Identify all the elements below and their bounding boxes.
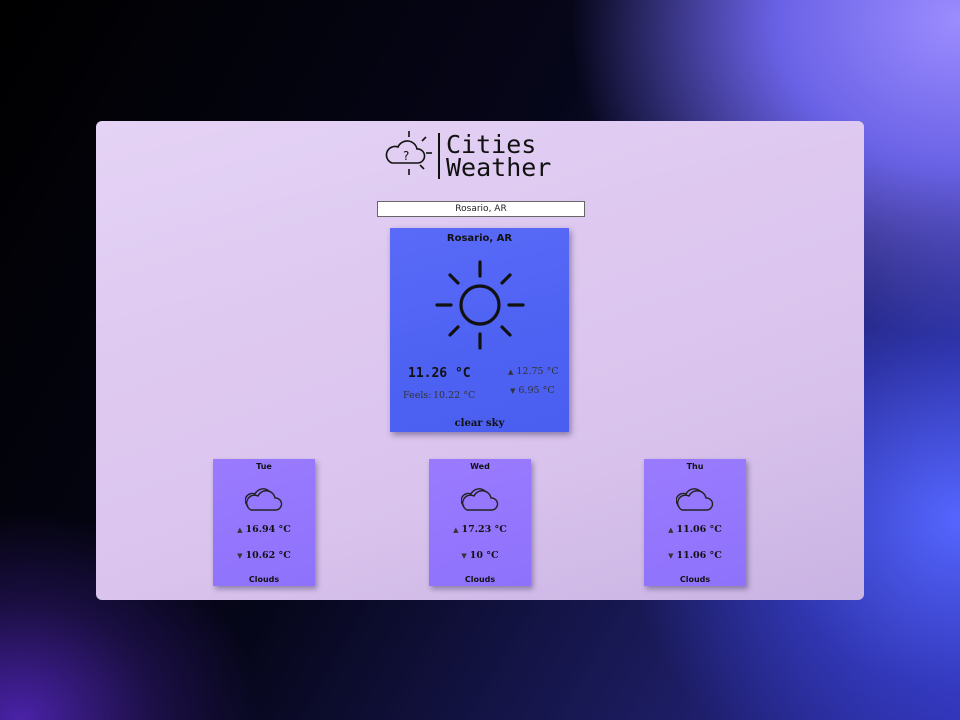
forecast-min-value: 11.06 °C [676, 550, 722, 561]
svg-text:?: ? [403, 149, 409, 163]
current-max-value: 12.75 °C [516, 366, 559, 377]
up-triangle-icon: ▲ [237, 525, 243, 534]
forecast-card-tue: Tue ▲ 16.94 °C ▼ 10.62 °C Clouds [213, 459, 315, 586]
sun-icon [435, 260, 525, 350]
city-search-input[interactable] [377, 201, 585, 217]
forecast-max-value: 16.94 °C [245, 524, 291, 535]
current-min: ▼ 6.95 °C [510, 385, 555, 396]
forecast-day: Thu [686, 462, 704, 471]
feels-label: Feels: [403, 390, 432, 401]
logo-divider [438, 133, 440, 179]
forecast-card-wed: Wed ▲ 17.23 °C ▼ 10 °C Clouds [429, 459, 531, 586]
cloud-icon [461, 488, 499, 511]
forecast-min-value: 10 °C [469, 550, 499, 561]
down-triangle-icon: ▼ [237, 551, 243, 560]
forecast-max: ▲ 11.06 °C [644, 524, 746, 535]
current-max: ▲ 12.75 °C [508, 366, 559, 377]
forecast-day: Wed [470, 462, 490, 471]
current-min-value: 6.95 °C [518, 385, 555, 396]
up-triangle-icon: ▲ [453, 525, 459, 534]
forecast-max-value: 17.23 °C [461, 524, 507, 535]
down-triangle-icon: ▼ [461, 551, 467, 560]
feels-value: 10.22 °C [433, 390, 476, 401]
forecast-min: ▼ 10.62 °C [213, 550, 315, 561]
forecast-max: ▲ 16.94 °C [213, 524, 315, 535]
forecast-description: Clouds [248, 575, 280, 584]
cloud-icon [676, 488, 714, 511]
app-panel: ? Cities Weather Rosario, AR Rosario, AR… [96, 121, 864, 600]
current-city: Rosario, AR [446, 233, 513, 244]
up-triangle-icon: ▲ [508, 368, 514, 376]
forecast-description: Clouds [679, 575, 711, 584]
app-title: Cities Weather [446, 132, 552, 182]
up-triangle-icon: ▲ [668, 525, 674, 534]
forecast-min: ▼ 11.06 °C [644, 550, 746, 561]
cloud-icon [245, 488, 283, 511]
forecast-max-value: 11.06 °C [676, 524, 722, 535]
app-title-line2: Weather [446, 153, 552, 182]
down-triangle-icon: ▼ [668, 551, 674, 560]
logo-icon: ? [385, 131, 432, 175]
current-weather-card: Rosario, AR 11.26 °C Feels: 10.22 °C ▲ 12… [390, 228, 569, 432]
current-description: clear sky [454, 418, 505, 429]
app-logo: ? Cities Weather [384, 127, 584, 182]
forecast-description: Clouds [464, 575, 496, 584]
down-triangle-icon: ▼ [510, 387, 516, 395]
current-temp: 11.26 °C [408, 366, 471, 381]
forecast-max: ▲ 17.23 °C [429, 524, 531, 535]
forecast-card-thu: Thu ▲ 11.06 °C ▼ 11.06 °C Clouds [644, 459, 746, 586]
forecast-min: ▼ 10 °C [429, 550, 531, 561]
forecast-min-value: 10.62 °C [245, 550, 291, 561]
forecast-day: Tue [256, 462, 272, 471]
